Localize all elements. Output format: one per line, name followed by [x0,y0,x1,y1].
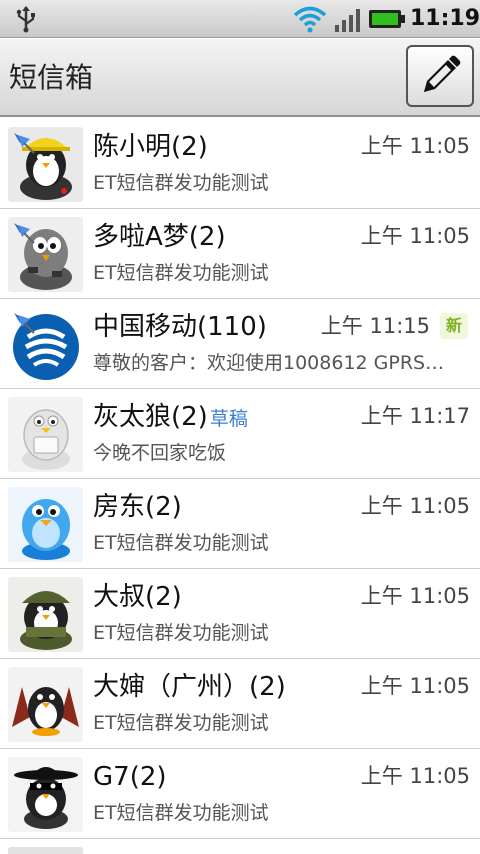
pencil-icon [424,55,461,92]
pin-icon [14,223,35,244]
message-preview: ET短信群发功能测试 [93,262,269,284]
penguin-soldier-avatar [8,577,83,652]
message-preview: ET短信群发功能测试 [93,712,269,734]
contact-name: 房东(2) [93,489,184,527]
message-preview: ET短信群发功能测试 [93,622,269,644]
contact-name: 中国移动(110) [93,309,269,347]
signal-icon [335,9,360,32]
page-title: 短信箱 [9,61,94,94]
status-bar: 11:19 [0,0,480,38]
message-time: 上午 11:05 [360,584,470,608]
conversation-list: 陈小明(2) 上午 11:05 ET短信群发功能测试 多啦A梦(2) 上午 11… [0,119,480,854]
contact-name: 多啦A梦(2) [93,219,228,257]
message-time: 上午 11:05 [360,494,470,518]
message-preview: 尊敬的客户：欢迎使用1008612 GPRS… [93,352,445,374]
message-time: 上午 11:05 [360,224,470,248]
new-badge: 新 [440,313,468,339]
contact-name-text: 大婶（广州）(2) [93,672,286,702]
contact-name-text: 中国移动(110) [93,312,267,342]
message-time: 上午 11:05 [360,134,470,158]
pin-icon [14,133,35,154]
wifi-icon [293,6,327,33]
message-time: 上午 11:05 [360,674,470,698]
clock: 11:19 [410,6,480,31]
penguin-yellow-hat-avatar [8,127,83,202]
contact-name: 灰太狼(2) 草稿 [93,399,248,437]
conversation-row[interactable]: 大叔(2) 上午 11:05 ET短信群发功能测试 [0,569,480,659]
message-preview: ET短信群发功能测试 [93,172,269,194]
pin-icon [14,313,35,334]
contact-name: G7(2) [93,759,169,797]
battery-icon [369,10,405,28]
avatar [8,847,83,854]
message-preview: ET短信群发功能测试 [93,802,269,824]
contact-name: 大叔(2) [93,579,184,617]
china-mobile-logo-avatar [8,307,83,382]
penguin-zorro-avatar [8,757,83,832]
contact-name-text: G7(2) [93,762,167,792]
conversation-row-partial[interactable] [0,839,480,854]
conversation-row[interactable]: 多啦A梦(2) 上午 11:05 ET短信群发功能测试 [0,209,480,299]
conversation-row[interactable]: 中国移动(110) 上午 11:15 新 尊敬的客户：欢迎使用1008612 G… [0,299,480,389]
contact-name-text: 多啦A梦(2) [93,222,226,252]
contact-name-text: 房东(2) [93,492,182,522]
usb-icon [16,6,35,33]
contact-name-text: 大叔(2) [93,582,182,612]
title-bar: 短信箱 [0,39,480,117]
contact-name-text: 灰太狼(2) [93,402,208,432]
conversation-row[interactable]: 灰太狼(2) 草稿 上午 11:17 今晚不回家吃饭 [0,389,480,479]
contact-name: 大婶（广州）(2) [93,669,288,707]
message-time: 上午 11:05 [360,764,470,788]
message-time: 上午 11:15 [320,314,430,338]
conversation-row[interactable]: 大婶（广州）(2) 上午 11:05 ET短信群发功能测试 [0,659,480,749]
compose-button[interactable] [406,45,474,107]
penguin-white-avatar [8,397,83,472]
message-time: 上午 11:17 [360,404,470,428]
conversation-row[interactable]: G7(2) 上午 11:05 ET短信群发功能测试 [0,749,480,839]
message-preview: ET短信群发功能测试 [93,532,269,554]
contact-name-text: 陈小明(2) [93,132,208,162]
penguin-blue-avatar [8,487,83,562]
contact-name: 陈小明(2) [93,129,210,167]
conversation-row[interactable]: 陈小明(2) 上午 11:05 ET短信群发功能测试 [0,119,480,209]
message-preview: 今晚不回家吃饭 [93,442,227,464]
penguin-wings-avatar [8,667,83,742]
penguin-camo-avatar [8,217,83,292]
conversation-row[interactable]: 房东(2) 上午 11:05 ET短信群发功能测试 [0,479,480,569]
draft-label: 草稿 [209,408,248,430]
